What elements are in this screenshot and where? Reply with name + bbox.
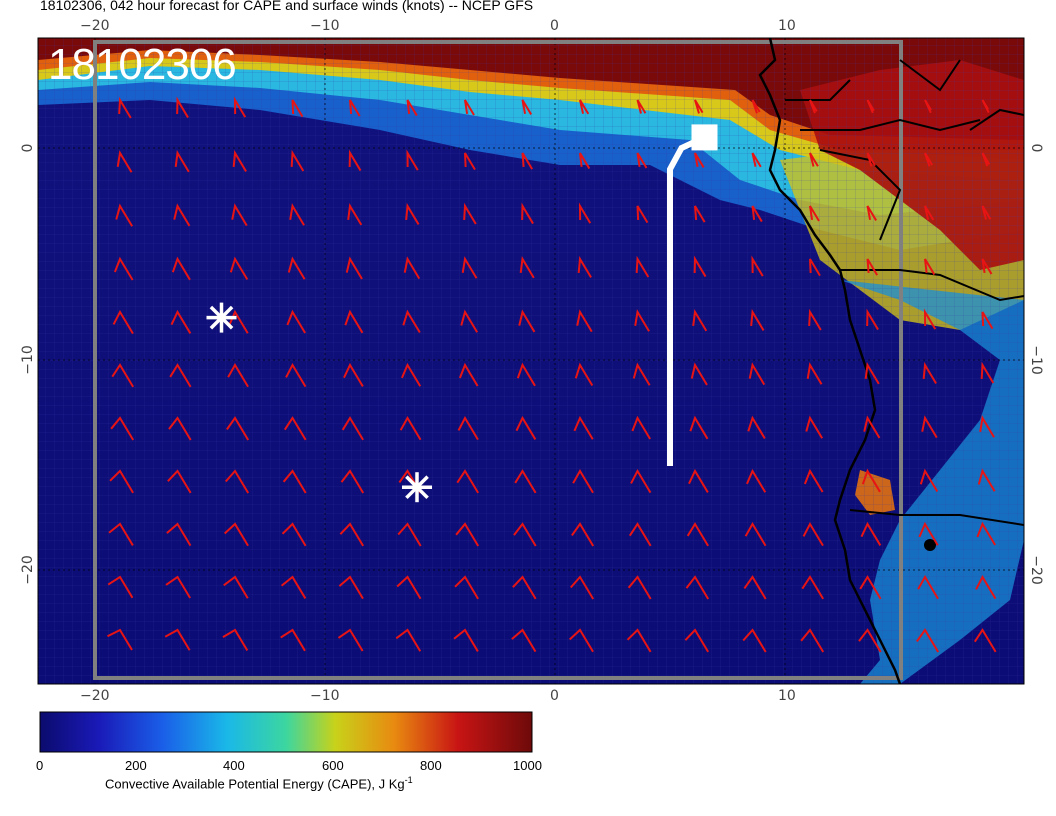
colorbar: [39, 711, 533, 753]
y-left-tick-3: −20: [20, 555, 36, 585]
asterisk-marker-2: [402, 472, 432, 503]
x-top-tick-3: 0: [550, 18, 559, 34]
colorbar-label-text: Convective Available Potential Energy (C…: [105, 776, 405, 792]
y-right-tick-1: 0: [1028, 144, 1044, 153]
x-bottom-tick-4: 10: [778, 688, 796, 704]
flight-track-endpoint: [691, 124, 718, 151]
x-top-tick-4: 10: [778, 18, 796, 34]
x-bottom-tick-3: 0: [550, 688, 559, 704]
cape-wind-map: −20 −10 0 10 −20 −10 0 10 0 −10 −20 0 −1…: [20, 18, 1053, 753]
wind-barb: [1037, 471, 1052, 491]
colorbar-tick-1000: 1000: [513, 758, 542, 773]
y-left-tick-2: −10: [20, 345, 36, 375]
wind-barb: [1040, 100, 1047, 112]
wind-barb: [1040, 153, 1046, 166]
colorbar-tick-200: 200: [125, 758, 147, 773]
x-top-tick-1: −20: [80, 18, 110, 34]
colorbar-label: Convective Available Potential Energy (C…: [105, 775, 413, 791]
grid-texture: [38, 38, 1024, 684]
forecast-stamp: 18102306: [48, 40, 237, 89]
wind-barb: [1033, 630, 1053, 652]
y-right-tick-3: −20: [1028, 555, 1044, 585]
colorbar-tick-800: 800: [420, 758, 442, 773]
wind-barb: [1040, 259, 1049, 273]
colorbar-tick-0: 0: [36, 758, 44, 773]
asterisk-marker-1: [206, 302, 237, 333]
wind-barb: [1035, 524, 1052, 545]
y-right-tick-2: −10: [1028, 345, 1044, 375]
x-bottom-tick-1: −20: [80, 688, 110, 704]
y-left-tick-1: 0: [20, 144, 36, 153]
wind-barb: [1040, 312, 1050, 328]
colorbar-tick-400: 400: [223, 758, 245, 773]
colorbar-label-sup: -1: [404, 775, 413, 785]
x-top-tick-2: −10: [310, 18, 340, 34]
colorbar-tick-600: 600: [322, 758, 344, 773]
wind-barb: [1038, 418, 1051, 437]
x-bottom-tick-2: −10: [310, 688, 340, 704]
wind-barb: [1040, 206, 1048, 219]
